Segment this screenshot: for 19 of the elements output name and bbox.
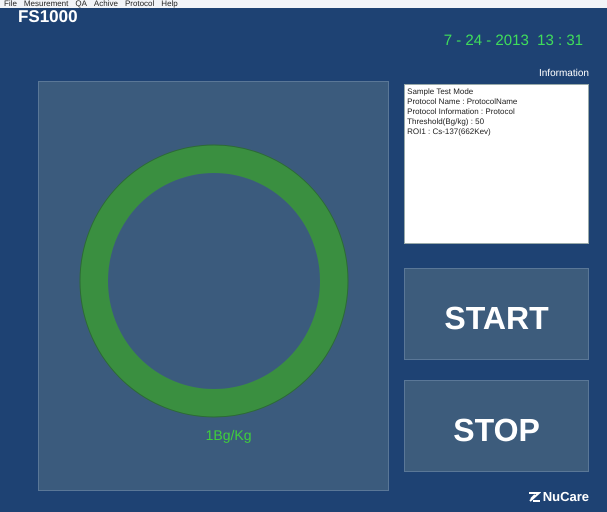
menu-item[interactable]: Mesurement	[24, 0, 68, 8]
menu-item[interactable]: Achive	[94, 0, 118, 8]
action-button[interactable]: START	[404, 268, 589, 360]
logo-icon	[526, 490, 541, 502]
app-title: FS1000	[18, 8, 78, 26]
info-line: Protocol Information : Protocol	[407, 107, 516, 117]
reading-value: 1Bg/Kg	[206, 426, 252, 445]
action-button[interactable]: STOP	[404, 380, 589, 472]
menu-item[interactable]: Help	[161, 0, 178, 8]
info-line: Threshold(Bg/kg) : 50	[407, 117, 486, 127]
date-time: 7 - 24 - 2013 13 : 31	[444, 31, 583, 51]
brand-name: NuCare	[542, 488, 589, 506]
info-line: Sample Test Mode	[407, 87, 474, 97]
information-label: Information	[538, 67, 589, 81]
menu-item[interactable]: File	[4, 0, 17, 8]
menu-item[interactable]: Protocol	[124, 0, 154, 8]
info-line: Protocol Name : ProtocolName	[407, 97, 518, 107]
menu-item[interactable]: QA	[75, 0, 87, 8]
info-line: ROI1 : Cs-137(662Kev)	[407, 127, 492, 137]
